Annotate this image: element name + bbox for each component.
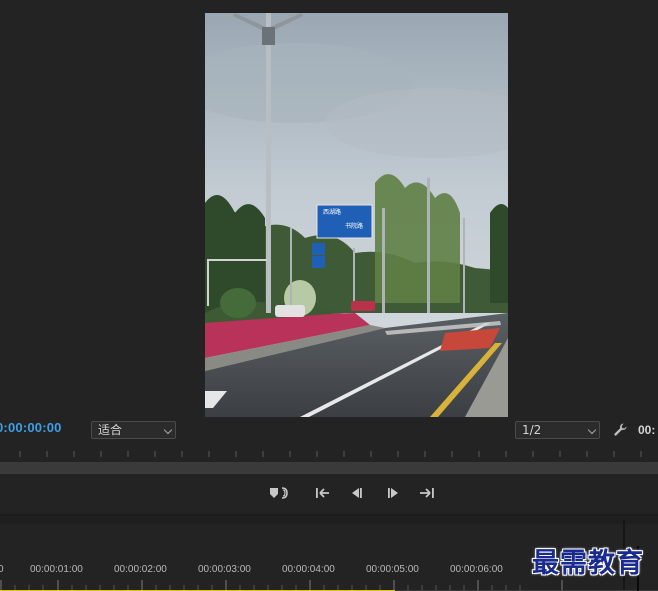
ruler-label: 00:00:03:00 [198,564,251,575]
mini-ruler-ticks [19,451,642,457]
video-preview[interactable]: 西湖路 书院路 [205,13,508,417]
transport-controls [0,474,658,514]
ruler-label: 00:00:02:00 [114,564,167,575]
ruler-label: 00:00:06:00 [450,564,503,575]
duration-timecode: 00: [638,423,656,437]
chevron-down-icon [587,425,597,435]
ruler-label: 0 [0,564,4,575]
zoom-fit-select[interactable]: 适合 [91,421,176,439]
go-to-out-icon[interactable] [417,484,437,502]
marker-icon[interactable] [268,484,292,502]
sign-text-1: 西湖路 [323,208,341,216]
playback-resolution-select[interactable]: 1/2 [515,421,600,439]
watermark-logo: 最需教育 [532,548,644,579]
step-forward-icon[interactable] [383,484,403,502]
chevron-down-icon [163,425,173,435]
timeline-header [0,516,658,524]
ruler-label: 00:00:01:00 [30,564,83,575]
program-monitor: 西湖路 书院路 0:00:00:00 适合 1/2 00: [0,0,658,462]
resolution-value: 1/2 [522,423,542,437]
premiere-program-monitor: 西湖路 书院路 0:00:00:00 适合 1/2 00: 0 00:00:01… [0,0,658,591]
current-timecode[interactable]: 0:00:00:00 [0,420,62,435]
ruler-label: 00:00:05:00 [366,564,419,575]
mini-time-ruler[interactable] [0,446,658,462]
step-back-icon[interactable] [347,484,367,502]
zoom-fit-value: 适合 [98,423,123,437]
playback-scroll-bar[interactable] [0,462,658,474]
ruler-label: 00:00:04:00 [282,564,335,575]
sign-text-2: 书院路 [345,222,363,230]
ruler-ticks [0,580,563,590]
wrench-icon[interactable] [612,422,628,438]
video-frame-image: 西湖路 书院路 [205,13,508,417]
go-to-in-icon[interactable] [313,484,333,502]
